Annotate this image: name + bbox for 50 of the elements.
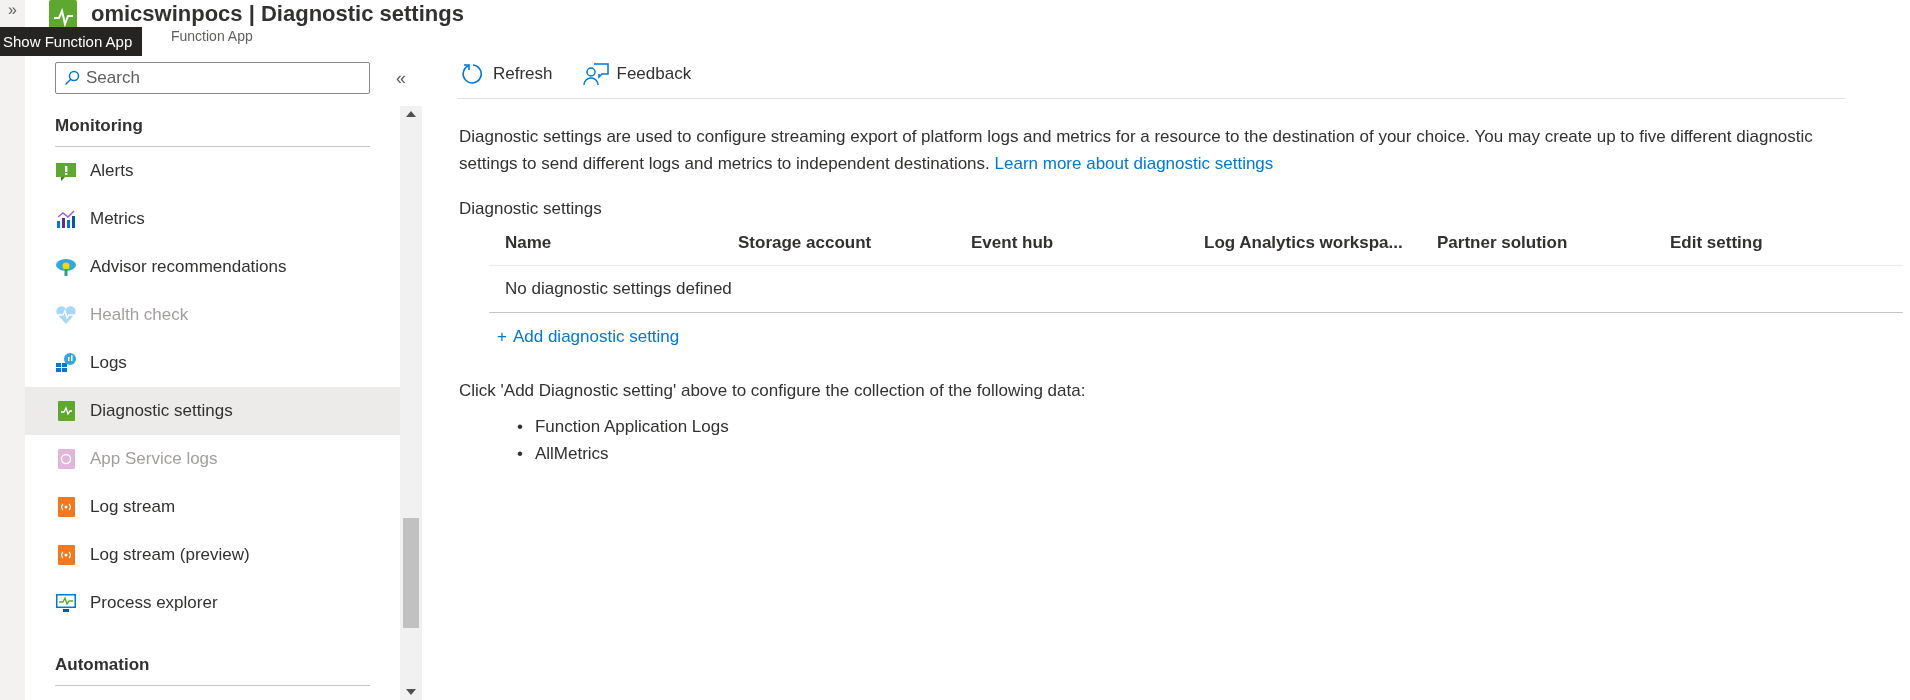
search-field[interactable]: Search xyxy=(55,62,370,94)
refresh-button[interactable]: Refresh xyxy=(457,58,557,90)
table-caption: Diagnostic settings xyxy=(459,199,603,219)
column-header: Edit setting xyxy=(1670,233,1764,253)
scrollbar[interactable] xyxy=(400,106,422,700)
monitor-icon xyxy=(55,592,77,614)
empty-message: No diagnostic settings defined xyxy=(489,266,1903,313)
cloud-icon xyxy=(55,256,77,278)
nav-item[interactable]: Process explorer xyxy=(25,579,400,627)
page-subtitle: Function App xyxy=(171,28,254,44)
nav-item[interactable]: Log stream xyxy=(25,483,400,531)
column-header: Partner solution xyxy=(1437,233,1569,253)
heart-pulse-icon xyxy=(55,304,77,326)
search-icon xyxy=(64,70,80,86)
scrollbar-thumb[interactable] xyxy=(403,518,419,628)
nav-item[interactable]: Advisor recommendations xyxy=(25,243,400,291)
chart-icon xyxy=(55,208,77,230)
refresh-icon xyxy=(461,62,485,86)
scroll-down-icon[interactable] xyxy=(405,688,417,696)
data-list-item: AllMetrics xyxy=(534,443,609,465)
nav-item[interactable]: Metrics xyxy=(25,195,400,243)
nav-item[interactable]: Alerts xyxy=(25,147,400,195)
section-title: Monitoring xyxy=(55,106,370,147)
expand-glyph[interactable]: » xyxy=(8,0,17,20)
feedback-icon xyxy=(582,62,609,86)
bullet: • xyxy=(517,416,523,438)
nav-item[interactable]: Logs xyxy=(25,339,400,387)
add-setting-link[interactable]: + Add diagnostic setting xyxy=(497,327,680,347)
broadcast-icon xyxy=(55,496,77,518)
feedback-button[interactable]: Feedback xyxy=(578,58,696,90)
broadcast-icon xyxy=(55,544,77,566)
column-header: Event hub xyxy=(971,233,1055,253)
alert-icon xyxy=(55,160,77,182)
bar-chart-icon xyxy=(55,352,77,374)
nav-item[interactable]: Diagnostic settings xyxy=(25,387,400,435)
column-header: Storage account xyxy=(738,233,873,253)
column-header: Log Analytics workspa... xyxy=(1204,233,1404,253)
diagnostic-icon xyxy=(55,400,77,422)
bullet: • xyxy=(517,443,523,465)
collapse-button[interactable]: « xyxy=(396,67,406,89)
scroll-up-icon[interactable] xyxy=(405,110,417,118)
page-title: omicswinpocs | Diagnostic settings xyxy=(91,0,464,28)
column-header: Name xyxy=(505,233,553,253)
nav-item[interactable]: Log stream (preview) xyxy=(25,531,400,579)
section-title: Automation xyxy=(55,645,370,686)
data-list-item: Function Application Logs xyxy=(534,416,729,438)
instructions-text: Click 'Add Diagnostic setting' above to configure the collection of the following data: xyxy=(459,381,1087,401)
learn-more-link[interactable]: Learn more about diagnostic settings xyxy=(994,154,1274,173)
description-text: Diagnostic settings are used to configure streaming export of platform logs and metrics for a resource to the destination of your choice. You may create up to five different diagnostic settings to send different logs and metrics to independent destinations. Learn more about diagnostic settings xyxy=(459,126,1814,175)
tooltip: Show Function App xyxy=(0,27,143,56)
